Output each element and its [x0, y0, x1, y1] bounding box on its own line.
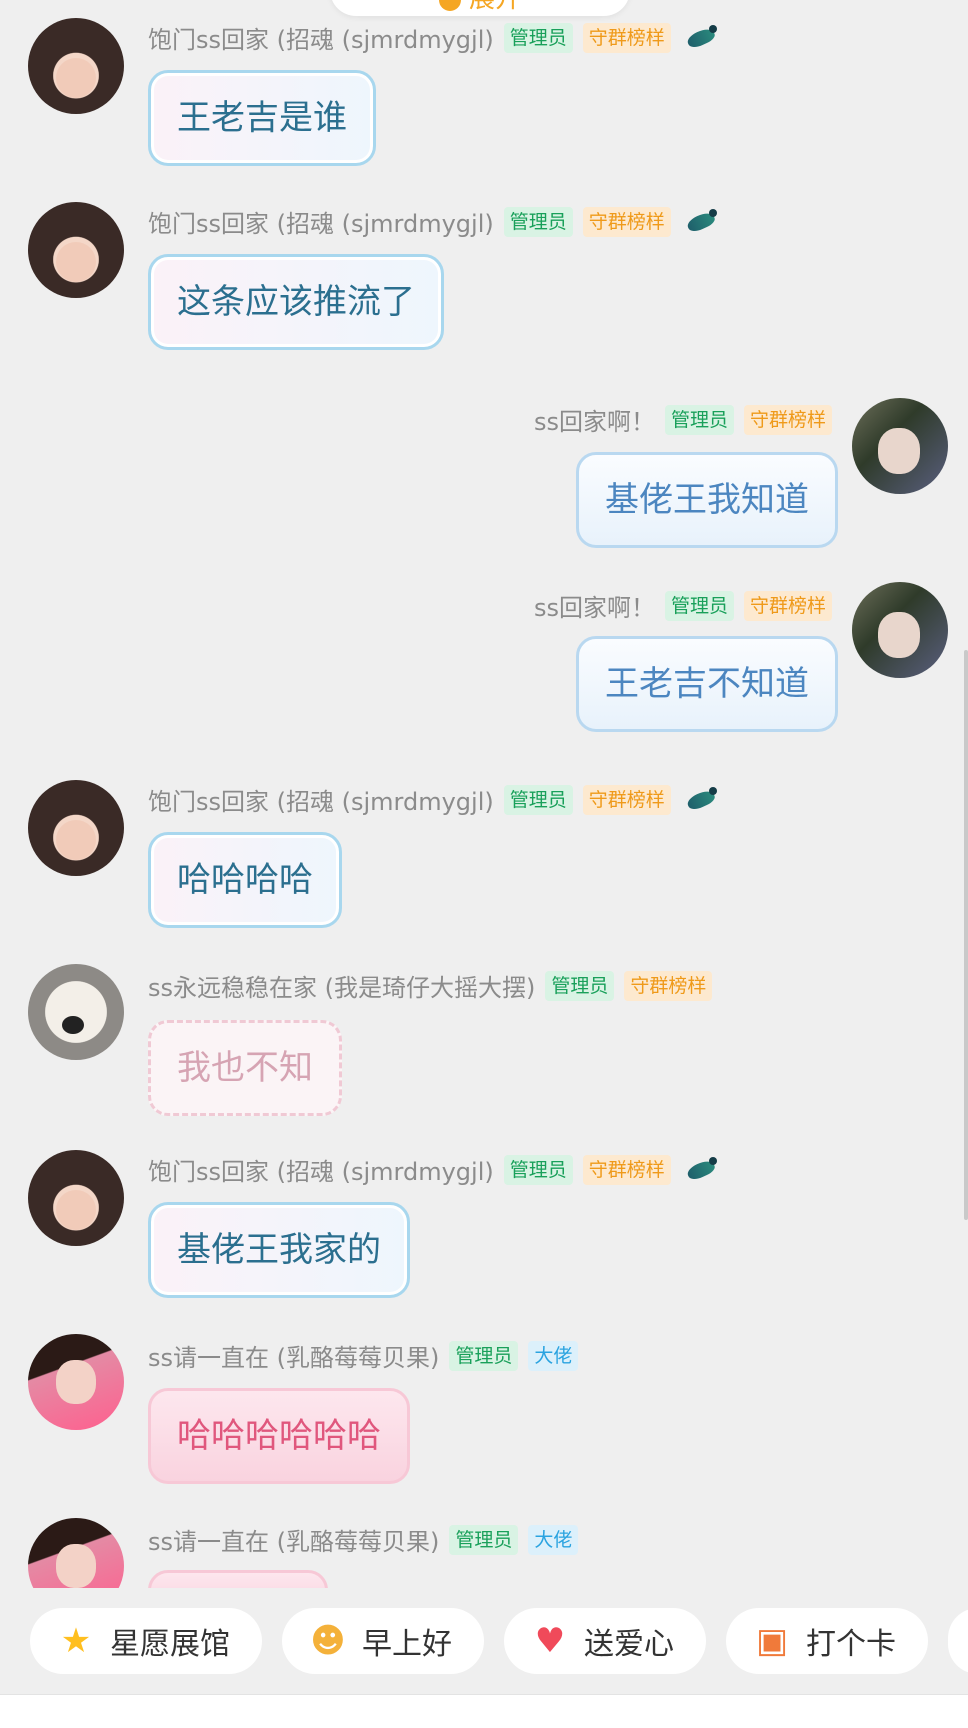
quick-action-chip[interactable]: ☻ 早上好 [282, 1608, 484, 1674]
smile-icon: ☻ [310, 1621, 346, 1661]
chip-label: 送爱心 [584, 1627, 674, 1662]
quick-action-chip[interactable] [948, 1608, 968, 1674]
chip-label: 早上好 [362, 1627, 452, 1662]
avatar[interactable] [28, 1518, 124, 1588]
sender-name: ss请一直在 (乳酪莓莓贝果) [148, 1528, 440, 1556]
quick-action-chip[interactable]: ★ 星愿展馆 [30, 1608, 262, 1674]
message-bubble[interactable] [148, 1570, 328, 1588]
scrollbar[interactable] [964, 650, 968, 1220]
quick-action-chip[interactable]: ♥ 送爱心 [504, 1608, 706, 1674]
chat-screen: 展开 饱门ss回家 (招魂 (sjmrdmygjl) 管理员 守群榜样 王老吉是… [0, 0, 968, 1728]
star-icon: ★ [60, 1621, 92, 1661]
quick-action-bar: ★ 星愿展馆 ☻ 早上好 ♥ 送爱心 ▣ 打个卡 [0, 1598, 968, 1684]
chip-label: 打个卡 [806, 1627, 896, 1662]
sender-line: ss请一直在 (乳酪莓莓贝果) 管理员 大佬 [148, 1522, 579, 1557]
input-bar [0, 1694, 968, 1728]
quick-action-chip[interactable]: ▣ 打个卡 [726, 1608, 928, 1674]
boss-badge: 大佬 [528, 1524, 579, 1555]
admin-badge: 管理员 [449, 1524, 519, 1555]
heart-icon: ♥ [534, 1621, 566, 1661]
chip-label: 星愿展馆 [110, 1627, 230, 1662]
card-icon: ▣ [755, 1621, 789, 1661]
message-item: ss请一直在 (乳酪莓莓贝果) 管理员 大佬 [0, 0, 968, 1588]
